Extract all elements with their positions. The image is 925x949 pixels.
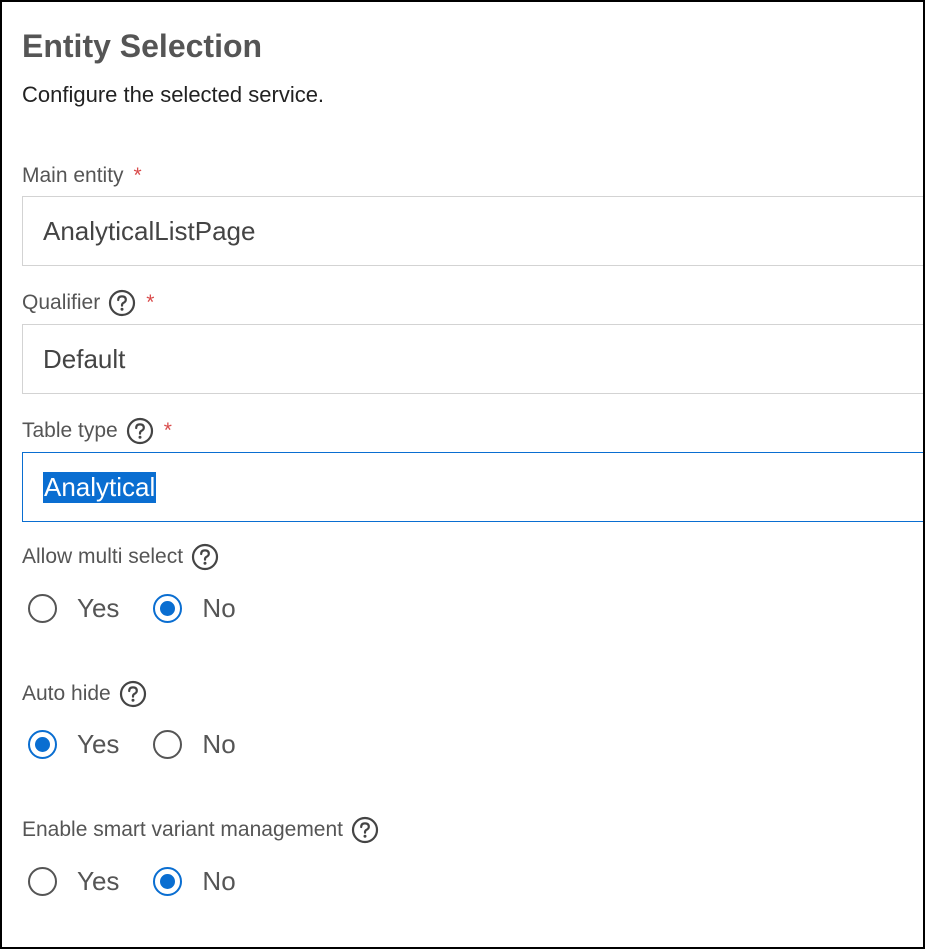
question-circle-icon[interactable]: [126, 417, 154, 445]
radio-label-no[interactable]: No: [202, 593, 235, 624]
table-type-label-text: Table type: [22, 419, 118, 442]
main-entity-label: Main entity *: [22, 164, 142, 188]
auto-hide-radio-group: Yes No: [28, 726, 270, 762]
allow-multi-select-radio-group: Yes No: [28, 590, 270, 626]
table-type-label: Table type *: [22, 417, 172, 445]
radio-circle[interactable]: [28, 729, 57, 759]
required-marker: *: [163, 419, 172, 442]
radio-circle[interactable]: [153, 866, 183, 896]
smart-variant-no-radio[interactable]: No: [153, 866, 236, 897]
radio-label-yes[interactable]: Yes: [77, 593, 119, 624]
main-entity-label-text: Main entity: [22, 164, 124, 187]
qualifier-label: Qualifier *: [22, 289, 154, 317]
main-entity-value: AnalyticalListPage: [43, 215, 256, 246]
allow-multi-select-label: Allow multi select: [22, 543, 219, 571]
auto-hide-label-text: Auto hide: [22, 682, 111, 705]
smart-variant-radio-group: Yes No: [28, 863, 270, 899]
radio-circle[interactable]: [153, 729, 183, 759]
allow-multi-select-no-radio[interactable]: No: [153, 593, 236, 624]
auto-hide-no-radio[interactable]: No: [153, 729, 236, 760]
question-circle-icon[interactable]: [191, 543, 219, 571]
radio-circle[interactable]: [153, 593, 183, 623]
radio-label-yes[interactable]: Yes: [77, 729, 119, 760]
auto-hide-label: Auto hide: [22, 680, 147, 708]
smart-variant-yes-radio[interactable]: Yes: [28, 866, 119, 897]
question-circle-icon[interactable]: [108, 289, 136, 317]
qualifier-field[interactable]: Default: [22, 324, 925, 394]
page-subtitle: Configure the selected service.: [22, 82, 325, 107]
main-entity-field[interactable]: AnalyticalListPage: [22, 196, 925, 266]
table-type-value: Analytical: [43, 471, 157, 503]
radio-label-no[interactable]: No: [202, 866, 235, 897]
table-type-field[interactable]: Analytical: [22, 452, 925, 522]
question-circle-icon[interactable]: [351, 816, 379, 844]
auto-hide-yes-radio[interactable]: Yes: [28, 729, 119, 760]
radio-label-no[interactable]: No: [202, 729, 235, 760]
required-marker: *: [133, 164, 142, 187]
qualifier-label-text: Qualifier: [22, 291, 101, 314]
smart-variant-label: Enable smart variant management: [22, 816, 379, 844]
allow-multi-select-yes-radio[interactable]: Yes: [28, 593, 119, 624]
page-title: Entity Selection: [22, 28, 263, 64]
required-marker: *: [146, 291, 155, 314]
smart-variant-label-text: Enable smart variant management: [22, 818, 343, 841]
qualifier-value: Default: [43, 343, 126, 374]
radio-circle[interactable]: [28, 593, 57, 623]
radio-label-yes[interactable]: Yes: [77, 866, 119, 897]
question-circle-icon[interactable]: [119, 680, 147, 708]
allow-multi-select-label-text: Allow multi select: [22, 545, 184, 568]
radio-circle[interactable]: [28, 866, 57, 896]
entity-selection-panel: Entity Selection Configure the selected …: [0, 0, 925, 949]
